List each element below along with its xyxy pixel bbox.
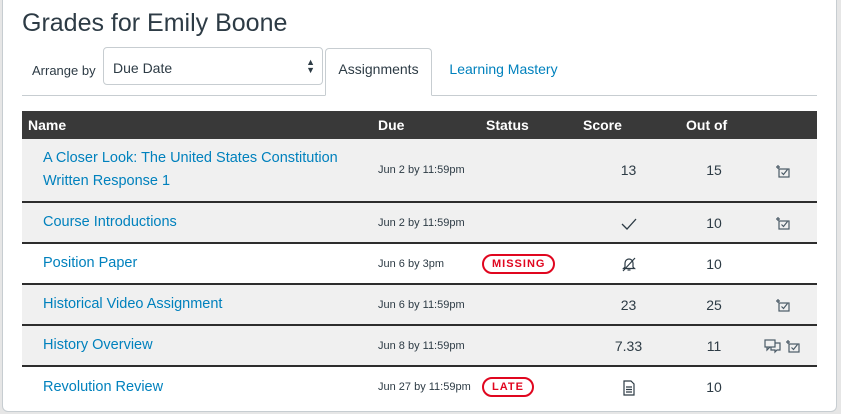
- row-icons: [748, 139, 817, 202]
- header-due[interactable]: Due: [372, 111, 480, 139]
- row-icons: [748, 202, 817, 243]
- table-row: History Overview Jun 8 by 11:59pm 7.33 1…: [22, 325, 817, 366]
- assignment-link[interactable]: Historical Video Assignment: [43, 296, 222, 312]
- rubric-icon[interactable]: [775, 297, 791, 313]
- row-icons: [748, 243, 817, 284]
- status-badge-late: LATE: [482, 377, 534, 397]
- assignment-name-cell: Course Introductions: [22, 202, 372, 243]
- assignment-name-cell: Revolution Review: [22, 366, 372, 407]
- status-cell: LATE: [480, 366, 577, 407]
- due-date: Jun 27 by 11:59pm: [378, 381, 471, 393]
- row-icons: [748, 284, 817, 325]
- due-date: Jun 6 by 11:59pm: [378, 298, 465, 311]
- select-arrows-icon: ▲ ▼: [306, 57, 315, 75]
- status-cell: [480, 325, 577, 366]
- header-score: Score: [583, 117, 622, 133]
- checkmark-icon: [621, 218, 636, 230]
- rubric-icon[interactable]: [785, 338, 801, 354]
- status-cell: MISSING: [480, 243, 577, 284]
- arrange-by-value: Due Date: [113, 60, 173, 76]
- comments-icon[interactable]: [763, 338, 782, 354]
- table-header-row: Name Due Status Score Out of: [22, 111, 817, 139]
- rubric-icon[interactable]: [775, 163, 791, 179]
- assignment-name-line1: A Closer Look: The United States Constit…: [43, 150, 338, 166]
- table-row: Revolution Review Jun 27 by 11:59pm LATE…: [22, 366, 817, 407]
- header-out-of: Out of: [686, 117, 728, 133]
- due-date: Jun 2 by 11:59pm: [378, 216, 465, 229]
- arrange-by-label: Arrange by: [32, 63, 96, 78]
- score: 23: [620, 296, 637, 313]
- grades-table: Name Due Status Score Out of A Closer Lo…: [22, 111, 817, 407]
- score: [577, 202, 680, 243]
- assignment-link[interactable]: Revolution Review: [43, 379, 163, 395]
- assignment-name-cell: Position Paper: [22, 243, 372, 284]
- out-of: 11: [706, 337, 722, 354]
- document-icon: [622, 380, 635, 396]
- status-cell: [480, 284, 577, 325]
- out-of: 25: [706, 296, 722, 313]
- assignment-name-cell: History Overview: [22, 325, 372, 366]
- score: 7.33: [614, 337, 643, 354]
- header-icons: [748, 111, 817, 139]
- status-badge-missing: MISSING: [482, 253, 556, 274]
- tab-assignments[interactable]: Assignments: [325, 48, 432, 96]
- row-icons: [748, 325, 817, 366]
- muted-bell-icon: [621, 257, 636, 272]
- score: 13: [620, 162, 637, 178]
- rubric-icon[interactable]: [775, 215, 791, 231]
- assignment-link[interactable]: Course Introductions: [43, 214, 177, 230]
- table-row: Position Paper Jun 6 by 3pm MISSING 10: [22, 243, 817, 284]
- out-of: 10: [706, 379, 722, 395]
- grades-page: Grades for Emily Boone Arrange by Due Da…: [2, 0, 837, 412]
- status-cell: [480, 202, 577, 243]
- assignment-link[interactable]: Position Paper: [43, 255, 137, 271]
- tab-learning-mastery[interactable]: Learning Mastery: [441, 48, 566, 96]
- header-status: Status: [486, 117, 529, 133]
- score: [577, 243, 680, 284]
- assignment-name-cell: A Closer Look: The United States Constit…: [22, 139, 372, 202]
- row-icons: [748, 366, 817, 407]
- out-of: 10: [706, 214, 722, 231]
- score: [577, 366, 680, 407]
- arrange-by-select[interactable]: Due Date ▲ ▼: [103, 47, 323, 85]
- due-date: Jun 8 by 11:59pm: [378, 339, 465, 352]
- assignment-link[interactable]: A Closer Look: The United States Constit…: [43, 150, 338, 189]
- out-of: 10: [706, 255, 722, 272]
- due-date: Jun 6 by 3pm: [378, 257, 445, 270]
- assignment-name-line2: Written Response 1: [43, 173, 171, 189]
- table-row: Historical Video Assignment Jun 6 by 11:…: [22, 284, 817, 325]
- table-row: Course Introductions Jun 2 by 11:59pm 10: [22, 202, 817, 243]
- due-date: Jun 2 by 11:59pm: [378, 164, 465, 176]
- assignment-link[interactable]: History Overview: [43, 337, 153, 353]
- page-title: Grades for Emily Boone: [22, 9, 288, 37]
- header-name[interactable]: Name: [22, 111, 372, 139]
- assignment-name-cell: Historical Video Assignment: [22, 284, 372, 325]
- out-of: 15: [706, 162, 722, 178]
- table-row: A Closer Look: The United States Constit…: [22, 139, 817, 202]
- status-cell: [480, 139, 577, 202]
